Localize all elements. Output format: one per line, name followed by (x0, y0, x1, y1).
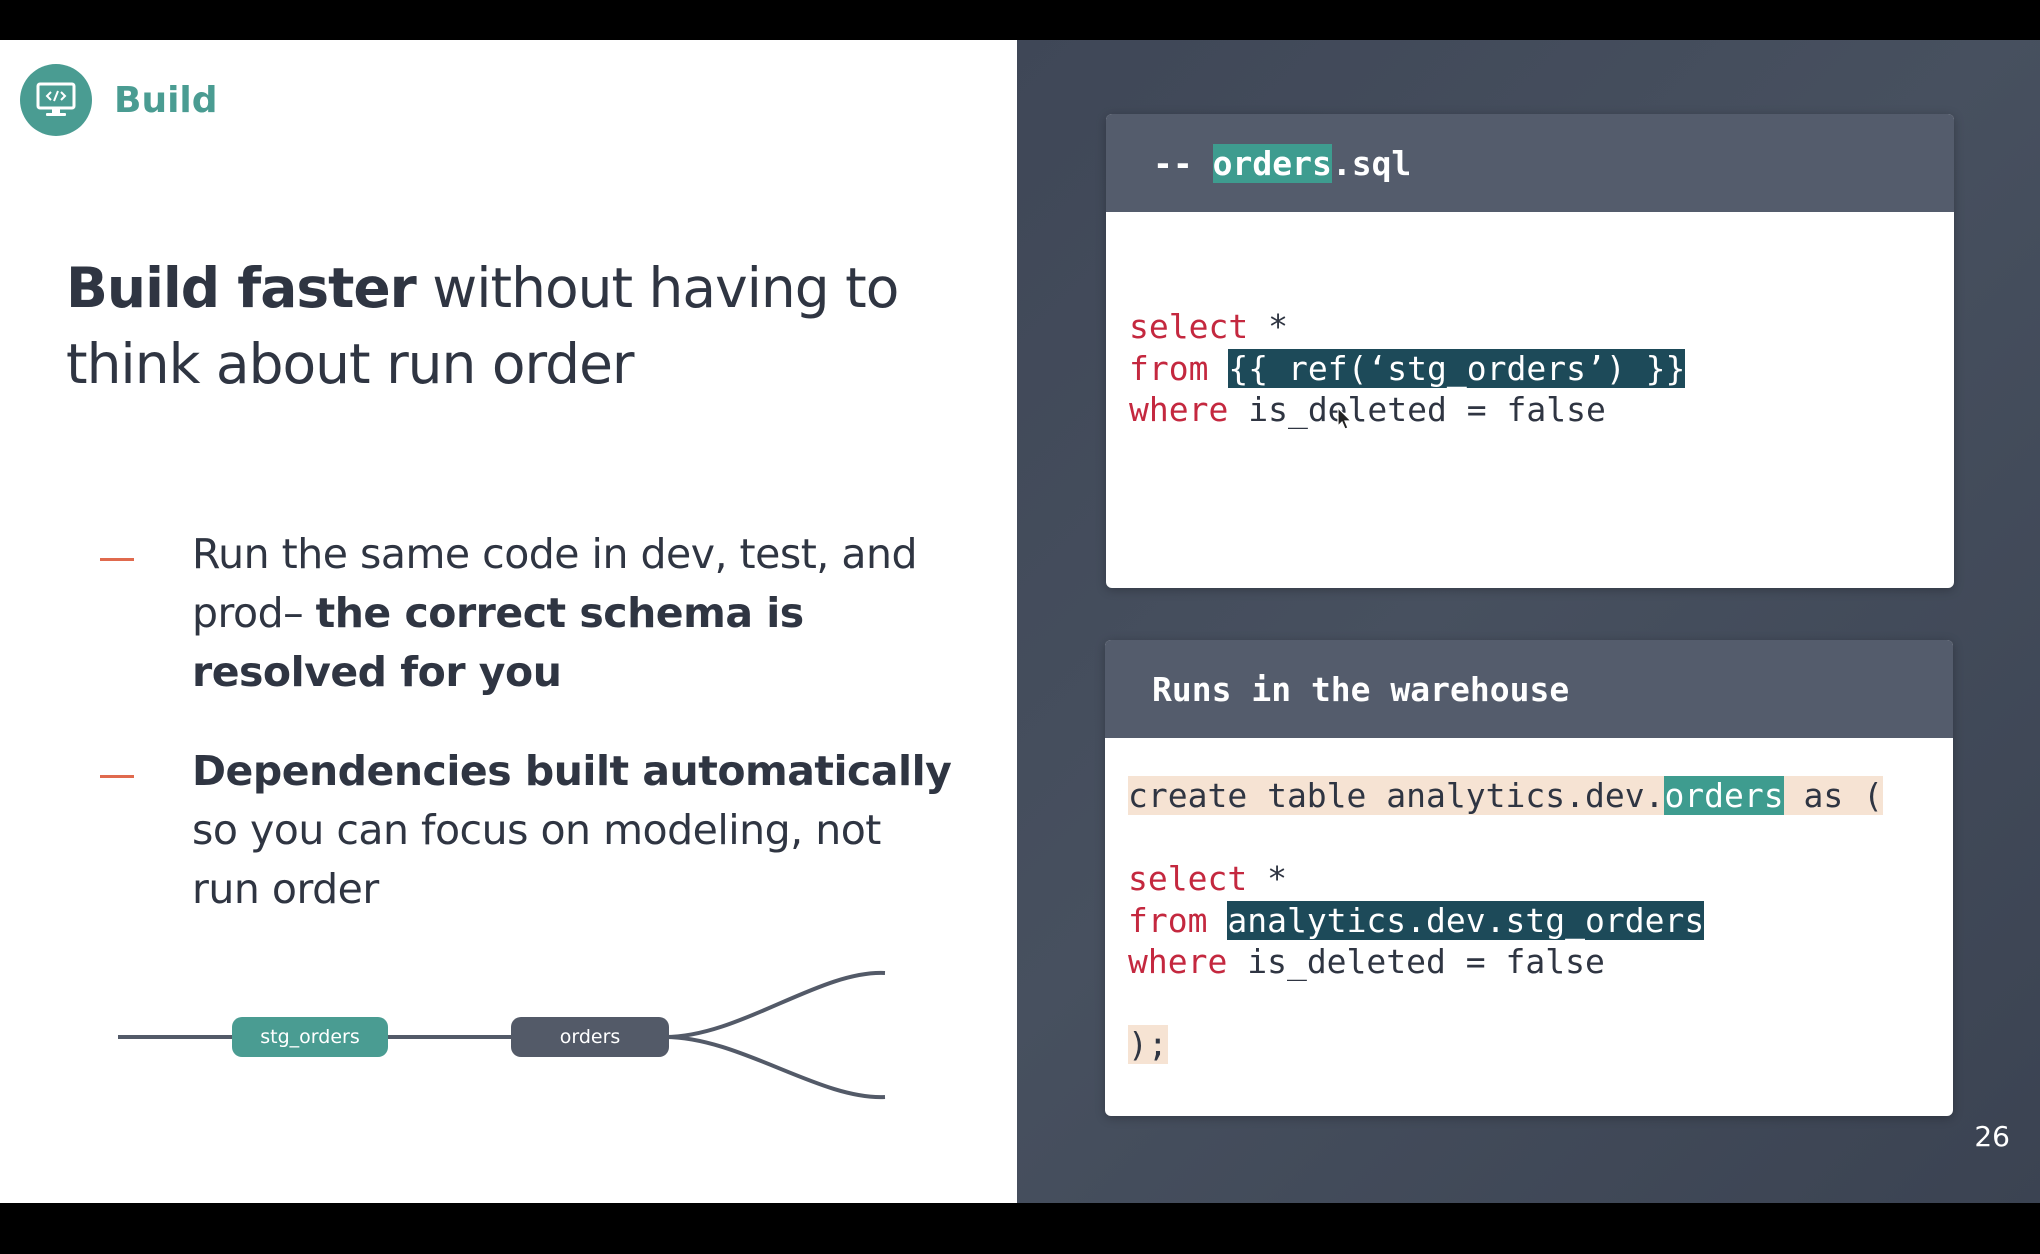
bullet-dash (100, 558, 134, 561)
bullet-item: Dependencies built automatically so you … (100, 742, 960, 919)
mouse-cursor-icon (1337, 407, 1353, 430)
code-line: select * (1129, 306, 1954, 348)
code-line: from analytics.dev.stg_orders (1128, 900, 1953, 942)
sql-keyword: from (1128, 900, 1208, 940)
sql-keyword: select (1128, 859, 1248, 898)
header-prefix: -- (1153, 143, 1213, 183)
slide-heading: Build faster without having to think abo… (66, 250, 966, 402)
code-line: create table analytics.dev.orders as ( (1128, 775, 1953, 817)
header-extension: .sql (1331, 143, 1412, 183)
code-text: as ( (1783, 776, 1883, 815)
page-number: 26 (1974, 1120, 2010, 1153)
code-text: create table analytics.dev. (1128, 776, 1665, 815)
bullet-item: Run the same code in dev, test, and prod… (100, 525, 960, 702)
right-panel: -- orders .sql select * from {{ ref(‘stg_o… (1017, 40, 2040, 1203)
code-text: * (1247, 859, 1287, 898)
bullet-list: Run the same code in dev, test, and prod… (100, 525, 960, 959)
bullet-text-regular: so you can focus on modeling, not run or… (192, 806, 881, 913)
code-text: * (1248, 307, 1288, 346)
code-monitor-icon (20, 64, 92, 136)
bullet-text: Run the same code in dev, test, and prod… (192, 525, 960, 702)
model-name-highlight: orders (1664, 776, 1784, 815)
bullet-text: Dependencies built automatically so you … (192, 742, 960, 919)
code-text: is_deleted = false (1228, 390, 1606, 429)
left-panel: Build Build faster without having to thi… (0, 40, 1017, 1203)
compiled-code-card: Runs in the warehouse create table analy… (1105, 640, 1953, 1116)
bullet-text-bold: Dependencies built automatically (192, 747, 952, 795)
code-line: where is_deleted = false (1129, 389, 1954, 431)
close-paren: ); (1128, 1025, 1168, 1064)
resolved-table-highlight: analytics.dev.stg_orders (1227, 900, 1705, 940)
heading-bold: Build faster (66, 256, 417, 320)
code-text: is_deleted = false (1227, 942, 1605, 981)
slide: Build Build faster without having to thi… (0, 40, 2040, 1203)
create-statement: create table analytics.dev.orders as ( (1128, 776, 1883, 815)
dag-diagram: stg_orders orders (100, 920, 900, 1150)
code-line: select * (1128, 858, 1953, 900)
dag-node-stg-orders: stg_orders (232, 1017, 388, 1057)
code-line: ); (1128, 1024, 1953, 1066)
section-title: Build (114, 79, 218, 121)
compiled-code-block: create table analytics.dev.orders as ( s… (1105, 738, 1953, 1066)
header-model-name: orders (1212, 143, 1332, 183)
section-header: Build (20, 64, 218, 136)
dag-node-orders: orders (511, 1017, 669, 1057)
ref-macro-highlight: {{ ref(‘stg_orders’) }} (1228, 348, 1686, 388)
dag-edges (118, 970, 886, 1100)
sql-keyword: where (1129, 390, 1229, 429)
bullet-dash (100, 775, 134, 778)
code-line: where is_deleted = false (1128, 941, 1953, 983)
sql-keyword: where (1128, 942, 1228, 981)
code-line: from {{ ref(‘stg_orders’) }} (1129, 348, 1954, 390)
source-code-block: select * from {{ ref(‘stg_orders’) }} wher… (1106, 212, 1954, 431)
compiled-card-header: Runs in the warehouse (1105, 640, 1953, 738)
sql-keyword: from (1129, 348, 1209, 388)
source-code-card: -- orders .sql select * from {{ ref(‘stg_o… (1106, 114, 1954, 588)
source-card-header: -- orders .sql (1106, 114, 1954, 212)
sql-keyword: select (1129, 307, 1249, 346)
